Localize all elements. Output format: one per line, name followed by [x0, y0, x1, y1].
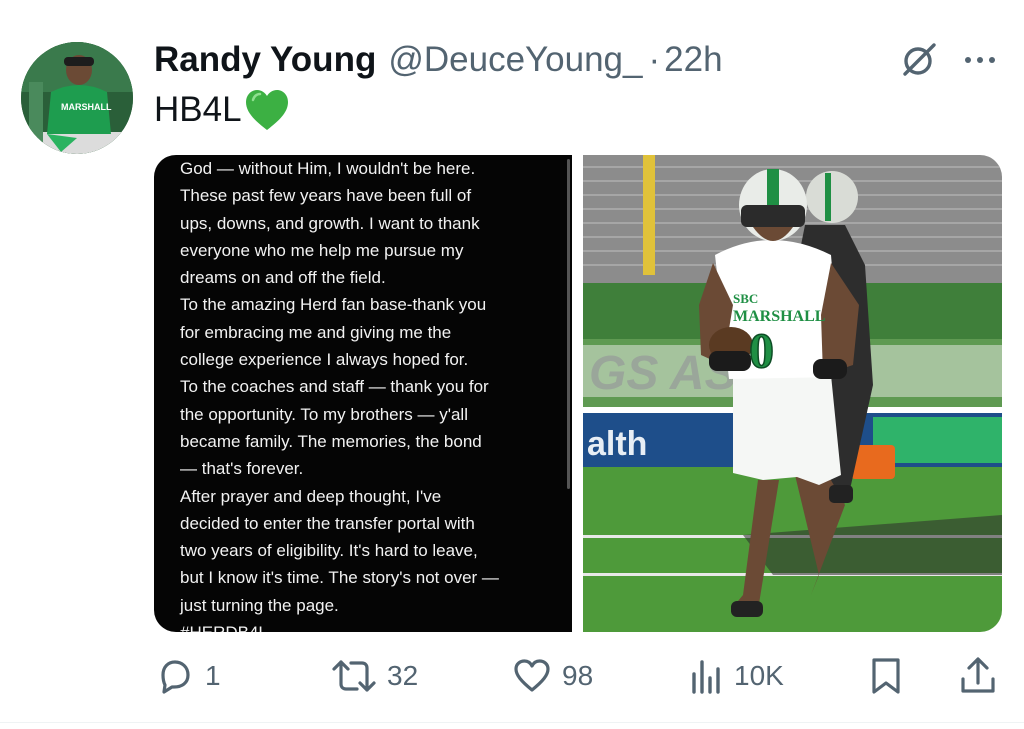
views-button[interactable]: 10K [690, 650, 784, 702]
story-line: but I know it's time. The story's not ov… [180, 568, 499, 588]
share-icon [961, 657, 995, 693]
repost-count: 32 [387, 660, 419, 691]
tweet-timestamp[interactable]: 22h [664, 40, 722, 80]
story-line: #HERDB4L [180, 619, 560, 632]
story-line: two years of eligibility. It's hard to l… [180, 541, 478, 561]
svg-text:MARSHALL: MARSHALL [733, 308, 825, 325]
story-line: just turning the page. [180, 595, 339, 615]
reply-button[interactable]: 1 [155, 650, 221, 702]
story-screenshot[interactable]: God — without Him, I wouldn't be here. T… [154, 155, 572, 632]
story-line: college experience I always hoped for. [180, 350, 469, 370]
tweet-header: Randy Young @DeuceYoung_ · 22h [154, 38, 723, 82]
avatar-photo: MARSHALL [21, 42, 133, 154]
story-line: for embracing me and giving me the [180, 322, 452, 342]
like-button[interactable]: 98 [512, 650, 593, 702]
tweet-actions: 1 32 98 10K [0, 650, 1024, 702]
story-line: After prayer and deep thought, I've [180, 486, 442, 506]
tweet-media[interactable]: God — without Him, I wouldn't be here. T… [154, 155, 1002, 632]
story-line: To the amazing Herd fan base-thank you [180, 295, 487, 315]
story-line: These past few years have been full of [180, 186, 472, 206]
author-handle[interactable]: @DeuceYoung_ [388, 40, 642, 80]
bookmark-icon [872, 658, 900, 694]
more-icon[interactable] [960, 42, 1000, 78]
photo-illustration: GS ASS alth SBC MARSHALL 0 [583, 155, 1002, 632]
story-line: dreams on and off the field. [180, 268, 386, 288]
like-count: 98 [562, 660, 594, 691]
bookmark-button[interactable] [868, 650, 904, 702]
story-text: God — without Him, I wouldn't be here. T… [180, 155, 560, 632]
green-heart-icon [245, 90, 288, 130]
story-line: the opportunity. To my brothers — y'all [180, 404, 468, 424]
story-line: — that's forever. [180, 459, 304, 479]
svg-text:SBC: SBC [733, 291, 758, 306]
football-photo[interactable]: GS ASS alth SBC MARSHALL 0 [583, 155, 1002, 632]
svg-text:MARSHALL: MARSHALL [61, 102, 112, 112]
author-name[interactable]: Randy Young [154, 40, 376, 80]
view-count: 10K [734, 660, 784, 691]
svg-text:alth: alth [587, 425, 647, 463]
reply-icon [161, 660, 190, 694]
story-line: To the coaches and staff — thank you for [180, 377, 489, 397]
repost-button[interactable]: 32 [331, 650, 418, 702]
story-line: everyone who me help me pursue my [180, 240, 464, 260]
svg-text:0: 0 [749, 322, 774, 378]
reply-count: 1 [205, 660, 221, 691]
repost-icon [332, 660, 376, 692]
share-button[interactable] [958, 650, 998, 702]
story-line: ups, downs, and growth. I want to thank [180, 213, 480, 233]
views-icon [692, 660, 720, 694]
author-avatar[interactable]: MARSHALL [21, 42, 133, 154]
tweet-body: HB4L [154, 90, 242, 129]
tweet-divider [0, 722, 1024, 723]
story-line: God — without Him, I wouldn't be here. [180, 159, 476, 178]
story-line: became family. The memories, the bond [180, 431, 482, 451]
story-line: decided to enter the transfer portal wit… [180, 513, 475, 533]
story-scrollbar [567, 159, 570, 489]
heart-icon [514, 659, 550, 692]
tweet-text: HB4L [154, 88, 290, 132]
header-separator: · [648, 40, 661, 79]
grok-icon[interactable] [899, 40, 939, 80]
